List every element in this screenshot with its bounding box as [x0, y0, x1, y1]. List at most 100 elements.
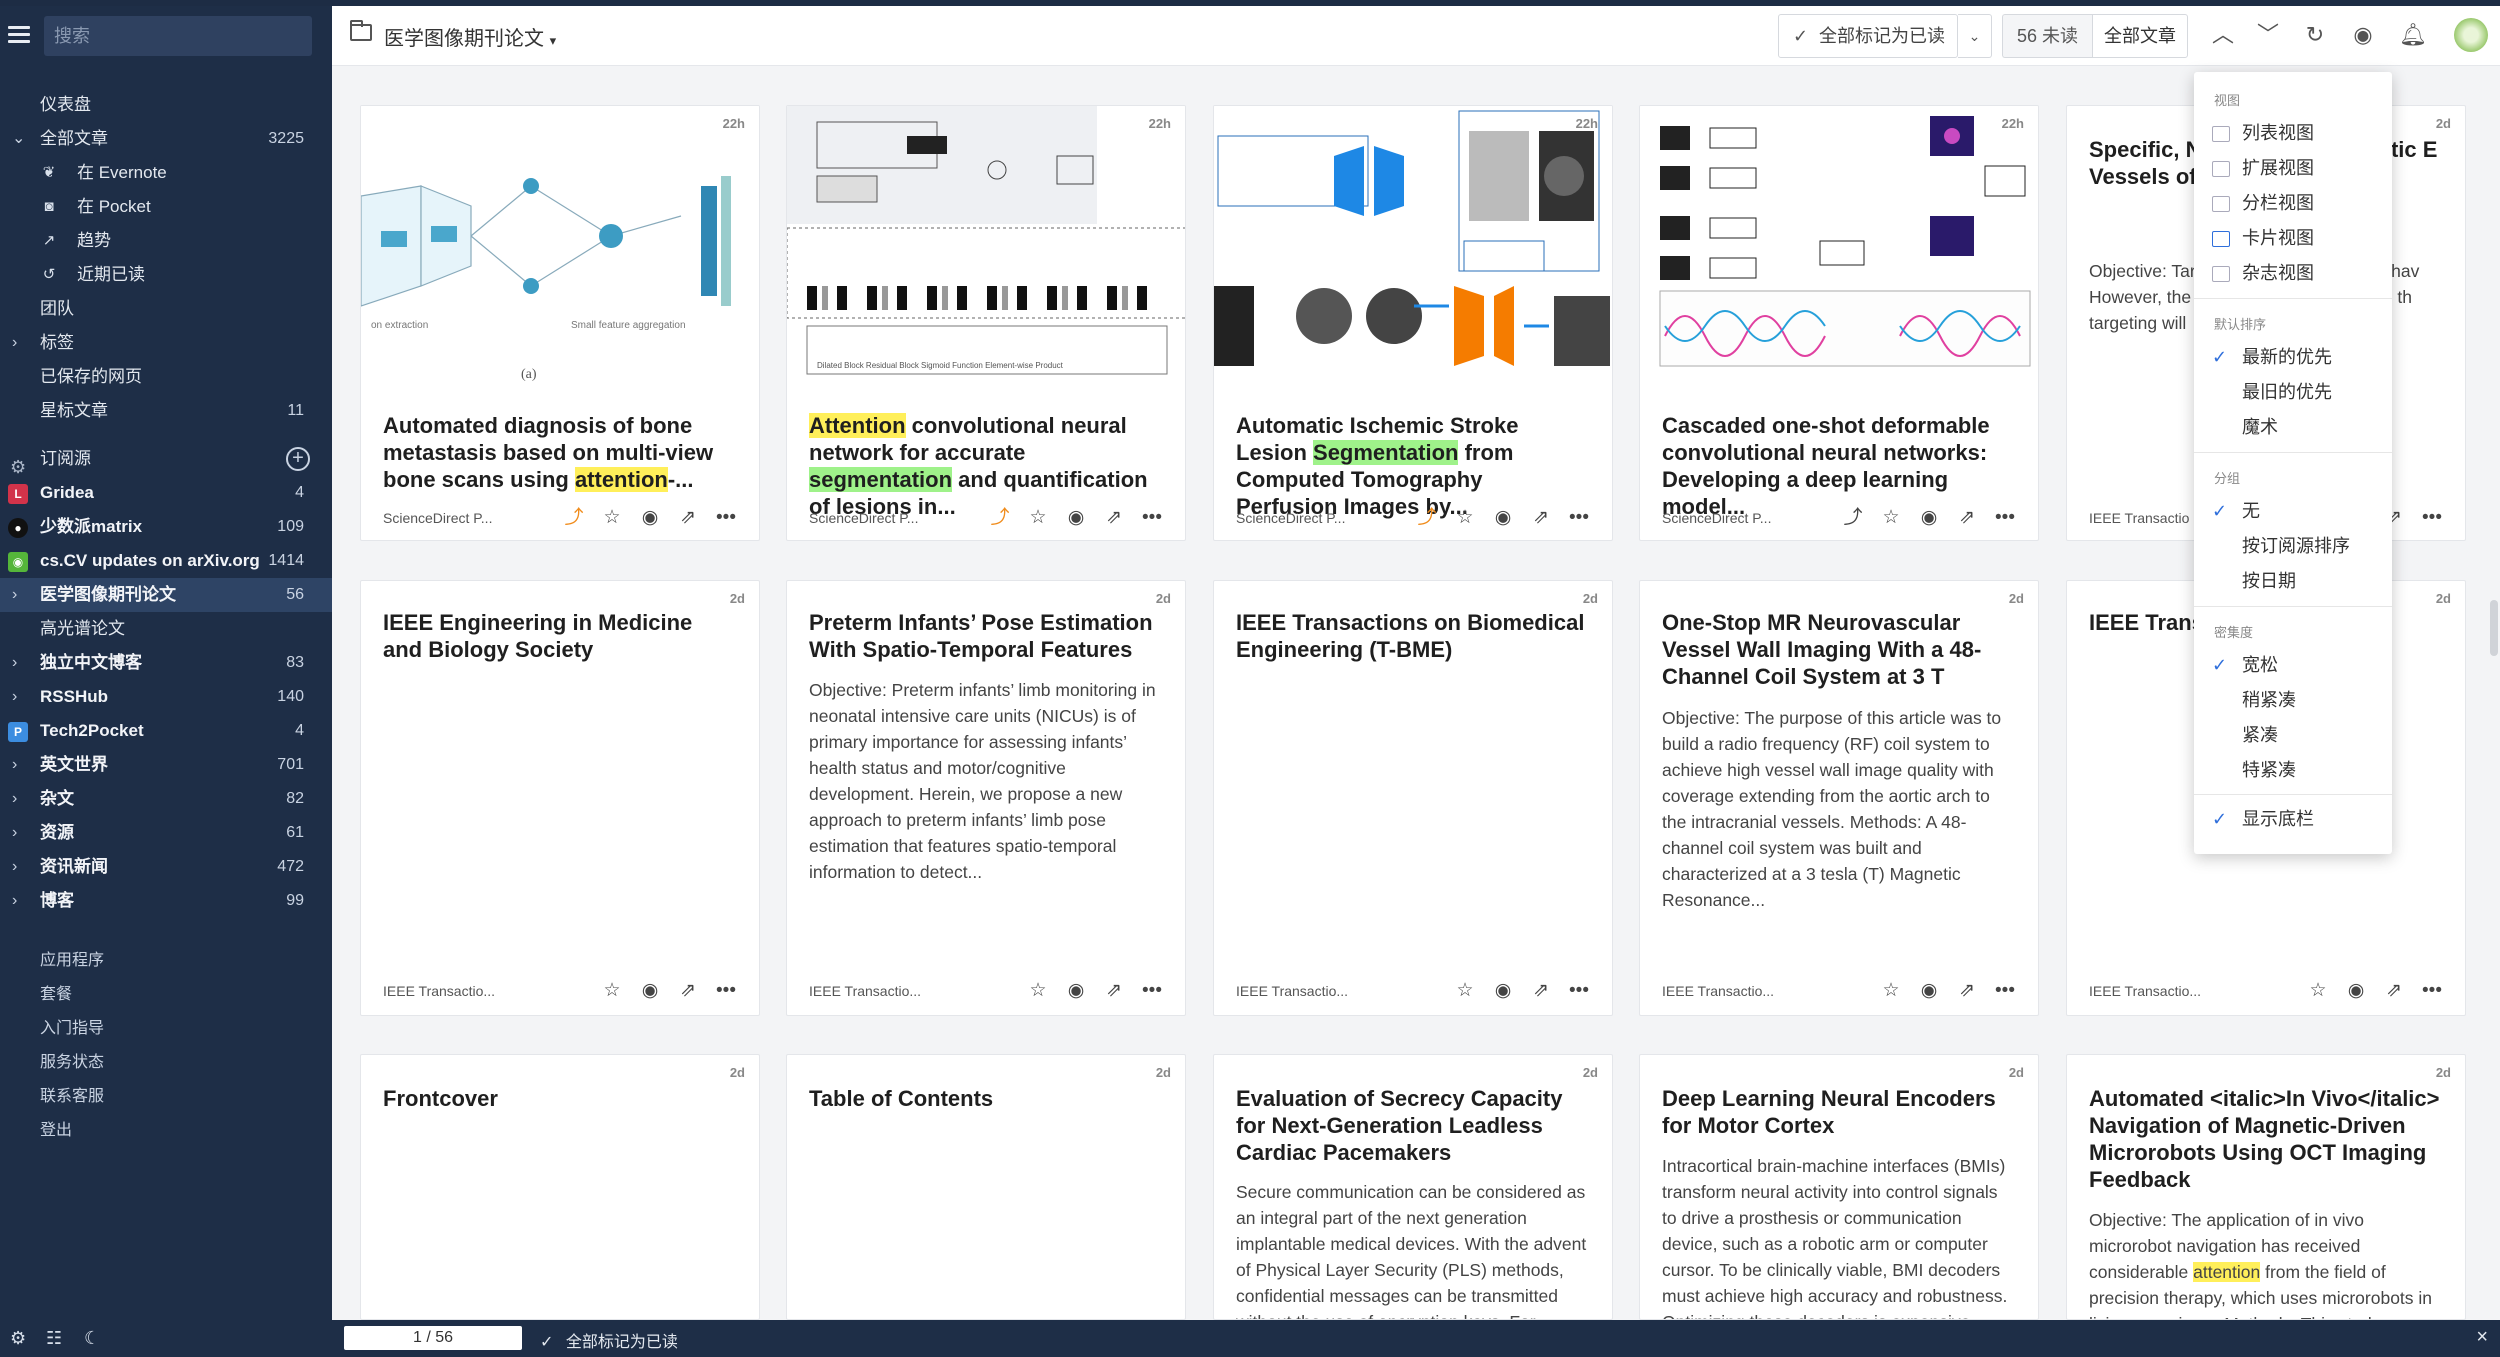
chevron-up-icon[interactable]: ︿ — [2208, 20, 2238, 50]
article-title[interactable]: Table of Contents — [809, 1085, 1163, 1112]
sidebar-feed-resources[interactable]: › 资源 61 — [0, 816, 332, 850]
external-link-icon[interactable]: ⇗ — [1522, 976, 1560, 1006]
menu-item-density-compact[interactable]: 紧凑 — [2242, 718, 2278, 752]
mark-read-icon[interactable]: ◉ — [631, 503, 669, 533]
article-card[interactable]: 2d Table of Contents — [786, 1054, 1186, 1320]
mark-read-icon[interactable]: ◉ — [1484, 503, 1522, 533]
mark-read-icon[interactable]: ◉ — [1057, 503, 1095, 533]
more-icon[interactable]: ••• — [1133, 503, 1171, 533]
sidebar-feed-tech2pocket[interactable]: P Tech2Pocket 4 — [0, 714, 332, 748]
article-title[interactable]: Frontcover — [383, 1085, 737, 1112]
article-title[interactable]: Automated diagnosis of bone metastasis b… — [383, 412, 737, 493]
sidebar-feed-medical-imaging[interactable]: › 医学图像期刊论文 56 — [0, 578, 332, 612]
search-input[interactable]: 搜索 — [44, 16, 312, 56]
sidebar-feed-chinese-blogs[interactable]: › 独立中文博客 83 — [0, 646, 332, 680]
more-icon[interactable]: ••• — [1986, 503, 2024, 533]
chevron-right-icon[interactable]: › — [12, 816, 17, 850]
sidebar-item-recently-read[interactable]: ↺ 近期已读 — [0, 258, 332, 292]
sidebar-link-getting-started[interactable]: 入门指导 — [40, 1012, 104, 1046]
keyboard-icon[interactable]: ☷ — [46, 1328, 62, 1349]
article-card[interactable]: 2d Frontcover — [360, 1054, 760, 1320]
mark-read-icon[interactable]: ◉ — [1484, 976, 1522, 1006]
menu-item-list-view[interactable]: 列表视图 — [2242, 116, 2314, 150]
star-icon[interactable]: ☆ — [2299, 976, 2337, 1006]
menu-item-density-slightly-compact[interactable]: 稍紧凑 — [2242, 683, 2296, 717]
menu-item-newest-first[interactable]: 最新的优先 — [2242, 340, 2332, 374]
external-link-icon[interactable]: ⇗ — [2375, 976, 2413, 1006]
sidebar-link-logout[interactable]: 登出 — [40, 1114, 72, 1148]
menu-item-density-loose[interactable]: 宽松 — [2242, 648, 2278, 682]
article-card[interactable]: 2d IEEE Engineering in Medicine and Biol… — [360, 580, 760, 1016]
external-link-icon[interactable]: ⇗ — [1948, 503, 1986, 533]
sidebar-item-team[interactable]: 团队 — [0, 292, 332, 326]
more-icon[interactable]: ••• — [1560, 976, 1598, 1006]
trend-icon[interactable]: ⤴ — [981, 503, 1019, 533]
refresh-icon[interactable]: ↻ — [2300, 20, 2330, 50]
scrollbar[interactable] — [2490, 600, 2498, 656]
page-title[interactable]: 医学图像期刊论文 ▾ — [384, 22, 556, 51]
more-icon[interactable]: ••• — [1560, 503, 1598, 533]
external-link-icon[interactable]: ⇗ — [1948, 976, 1986, 1006]
menu-item-group-by-feed[interactable]: 按订阅源排序 — [2242, 529, 2350, 563]
chevron-right-icon[interactable]: › — [12, 884, 17, 918]
article-card[interactable]: 22h Cascaded one-shot deformable convolu… — [1639, 105, 2039, 541]
mark-read-icon[interactable]: ◉ — [1057, 976, 1095, 1006]
article-title[interactable]: One-Stop MR Neurovascular Vessel Wall Im… — [1662, 609, 2016, 690]
chevron-down-icon[interactable]: ⌄ — [12, 122, 25, 156]
more-icon[interactable]: ••• — [1133, 976, 1171, 1006]
external-link-icon[interactable]: ⇗ — [669, 976, 707, 1006]
menu-item-magazine-view[interactable]: 杂志视图 — [2242, 256, 2314, 290]
star-icon[interactable]: ☆ — [1872, 503, 1910, 533]
article-card[interactable]: 2d IEEE Transactions on Biomedical Engin… — [1213, 580, 1613, 1016]
sidebar-feed-matrix[interactable]: ● 少数派matrix 109 — [0, 510, 332, 544]
menu-item-card-view[interactable]: 卡片视图 — [2242, 221, 2314, 255]
sidebar-feed-hyperspectral[interactable]: 高光谱论文 — [0, 612, 332, 646]
mark-read-icon[interactable]: ◉ — [2337, 976, 2375, 1006]
menu-item-density-extra-compact[interactable]: 特紧凑 — [2242, 753, 2296, 787]
sidebar-item-starred[interactable]: 星标文章 11 — [0, 394, 332, 428]
article-card[interactable]: Dilated Block Residual Block Sigmoid Fun… — [786, 105, 1186, 541]
hamburger-menu-icon[interactable] — [8, 26, 30, 44]
article-card[interactable]: 2d Deep Learning Neural Encoders for Mot… — [1639, 1054, 2039, 1320]
mark-all-read-dropdown[interactable]: ⌄ — [1958, 14, 1992, 58]
moon-icon[interactable]: ☾ — [84, 1328, 100, 1349]
article-title[interactable]: IEEE Engineering in Medicine and Biology… — [383, 609, 737, 663]
sidebar-link-plans[interactable]: 套餐 — [40, 978, 72, 1012]
article-card[interactable]: 2d Automated <italic>In Vivo</italic> Na… — [2066, 1054, 2466, 1320]
sidebar-feed-blogs[interactable]: › 博客 99 — [0, 884, 332, 918]
settings-icon[interactable]: ⚙ — [10, 1328, 26, 1349]
article-title[interactable]: Deep Learning Neural Encoders for Motor … — [1662, 1085, 2016, 1139]
external-link-icon[interactable]: ⇗ — [1095, 503, 1133, 533]
close-icon[interactable]: × — [2476, 1326, 2488, 1349]
star-icon[interactable]: ☆ — [1019, 503, 1057, 533]
trend-icon[interactable]: ⤴ — [1834, 503, 1872, 533]
sidebar-feed-rsshub[interactable]: › RSSHub 140 — [0, 680, 332, 714]
chevron-down-icon[interactable]: ﹀ — [2253, 20, 2283, 50]
sidebar-item-pocket[interactable]: ◙ 在 Pocket — [0, 190, 332, 224]
menu-item-group-by-date[interactable]: 按日期 — [2242, 564, 2296, 598]
chevron-right-icon[interactable]: › — [12, 578, 17, 612]
sidebar-feed-gridea[interactable]: L Gridea 4 — [0, 476, 332, 510]
star-icon[interactable]: ☆ — [593, 976, 631, 1006]
article-card[interactable]: 2d Evaluation of Secrecy Capacity for Ne… — [1213, 1054, 1613, 1320]
menu-item-magic[interactable]: 魔术 — [2242, 410, 2278, 444]
star-icon[interactable]: ☆ — [1872, 976, 1910, 1006]
chevron-right-icon[interactable]: › — [12, 646, 17, 680]
chevron-right-icon[interactable]: › — [12, 326, 17, 360]
mark-read-icon[interactable]: ◉ — [1910, 976, 1948, 1006]
article-title[interactable]: Evaluation of Secrecy Capacity for Next-… — [1236, 1085, 1590, 1166]
more-icon[interactable]: ••• — [707, 976, 745, 1006]
menu-item-column-view[interactable]: 分栏视图 — [2242, 186, 2314, 220]
menu-item-group-none[interactable]: 无 — [2242, 494, 2260, 528]
bell-icon[interactable]: 🔔︎ — [2398, 20, 2428, 50]
status-mark-all-read-button[interactable]: ✓ 全部标记为已读 — [540, 1328, 678, 1352]
menu-item-show-footer[interactable]: 显示底栏 — [2242, 802, 2314, 836]
sidebar-link-service-status[interactable]: 服务状态 — [40, 1046, 104, 1080]
sidebar-link-contact-support[interactable]: 联系客服 — [40, 1080, 104, 1114]
chevron-right-icon[interactable]: › — [12, 680, 17, 714]
menu-item-expanded-view[interactable]: 扩展视图 — [2242, 151, 2314, 185]
sidebar-item-tags[interactable]: › 标签 — [0, 326, 332, 360]
avatar[interactable] — [2454, 18, 2488, 52]
eye-icon[interactable]: ◉ — [2348, 20, 2378, 50]
mark-read-icon[interactable]: ◉ — [631, 976, 669, 1006]
